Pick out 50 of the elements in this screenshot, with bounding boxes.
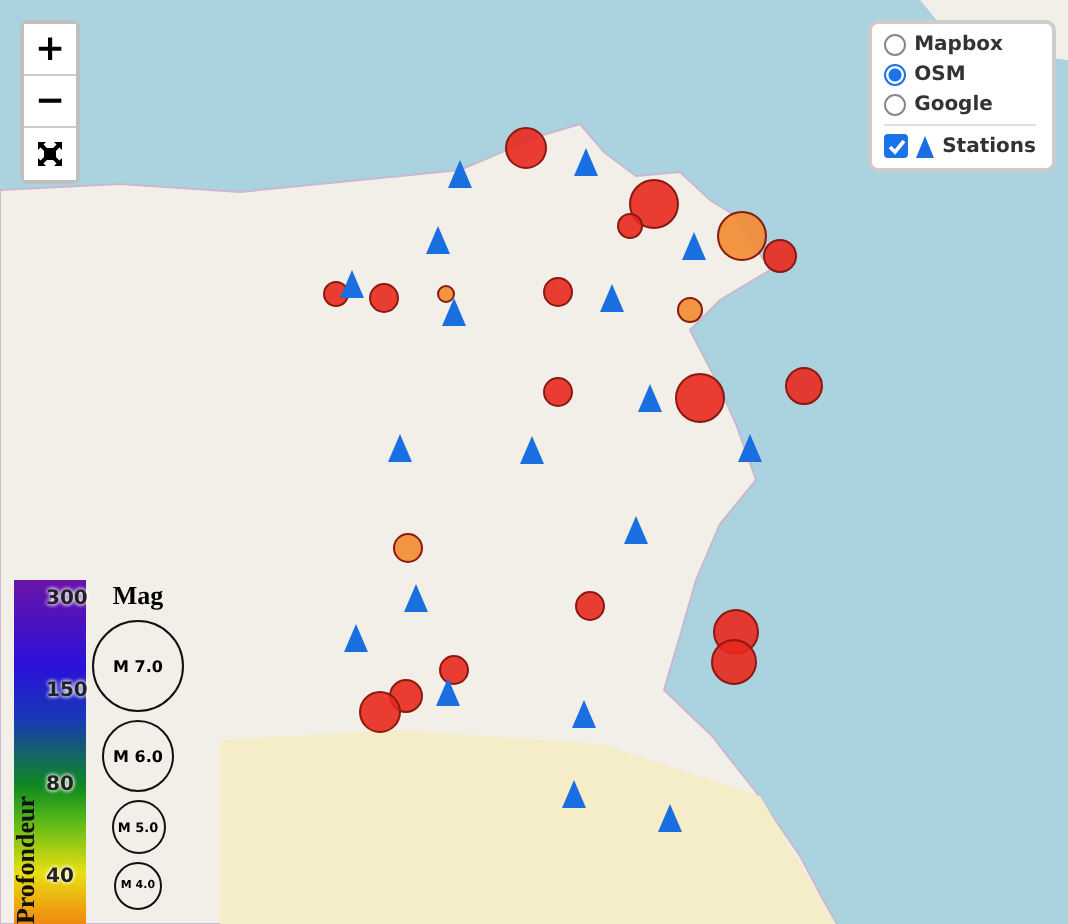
- earthquake-marker[interactable]: [629, 179, 679, 229]
- checkbox[interactable]: [884, 134, 909, 158]
- earthquake-marker[interactable]: [575, 591, 605, 621]
- earthquake-marker[interactable]: [393, 533, 423, 563]
- radio-button[interactable]: [884, 34, 907, 56]
- station-icon[interactable]: [344, 624, 368, 652]
- earthquake-marker[interactable]: [717, 211, 767, 261]
- earthquake-marker[interactable]: [439, 655, 469, 685]
- zoom-in-button[interactable]: +: [24, 24, 76, 76]
- station-icon[interactable]: [388, 434, 412, 462]
- earthquake-marker[interactable]: [785, 367, 823, 405]
- station-icon[interactable]: [572, 700, 596, 728]
- station-icon[interactable]: [682, 232, 706, 260]
- magnitude-circle: M 7.0: [92, 620, 184, 712]
- station-icon[interactable]: [638, 384, 662, 412]
- station-icon[interactable]: [600, 284, 624, 312]
- radio-button[interactable]: [884, 64, 907, 86]
- station-icon[interactable]: [442, 298, 466, 326]
- depth-tick-label: 80: [46, 773, 76, 796]
- station-icon[interactable]: [404, 584, 428, 612]
- station-icon[interactable]: [624, 516, 648, 544]
- radio-button[interactable]: [884, 94, 907, 116]
- earthquake-marker[interactable]: [369, 283, 399, 313]
- layer-option[interactable]: Google: [884, 94, 1036, 116]
- earthquake-marker[interactable]: [711, 639, 757, 685]
- fullscreen-icon: [36, 140, 64, 168]
- station-icon[interactable]: [520, 436, 544, 464]
- earthquake-marker[interactable]: [505, 127, 547, 169]
- station-icon[interactable]: [340, 270, 364, 298]
- earthquake-marker[interactable]: [543, 277, 573, 307]
- station-icon[interactable]: [574, 148, 598, 176]
- magnitude-circle: M 6.0: [102, 720, 174, 792]
- station-icon[interactable]: [448, 160, 472, 188]
- magnitude-legend-title: Mag: [112, 580, 164, 612]
- station-icon[interactable]: [426, 226, 450, 254]
- layer-option[interactable]: OSM: [884, 64, 1036, 86]
- station-icon[interactable]: [562, 780, 586, 808]
- station-icon[interactable]: [658, 804, 682, 832]
- depth-tick-label: 40: [46, 865, 76, 888]
- station-icon[interactable]: [738, 434, 762, 462]
- layer-option[interactable]: Mapbox: [884, 34, 1036, 56]
- station-icon: [916, 135, 935, 157]
- earthquake-marker[interactable]: [763, 239, 797, 273]
- earthquake-marker[interactable]: [437, 285, 455, 303]
- station-icon[interactable]: [436, 678, 460, 706]
- earthquake-marker[interactable]: [359, 691, 401, 733]
- depth-legend-title: Profondeur: [10, 795, 42, 924]
- overlay-option[interactable]: Stations: [884, 134, 1036, 158]
- earthquake-marker[interactable]: [675, 373, 725, 423]
- earthquake-marker[interactable]: [543, 377, 573, 407]
